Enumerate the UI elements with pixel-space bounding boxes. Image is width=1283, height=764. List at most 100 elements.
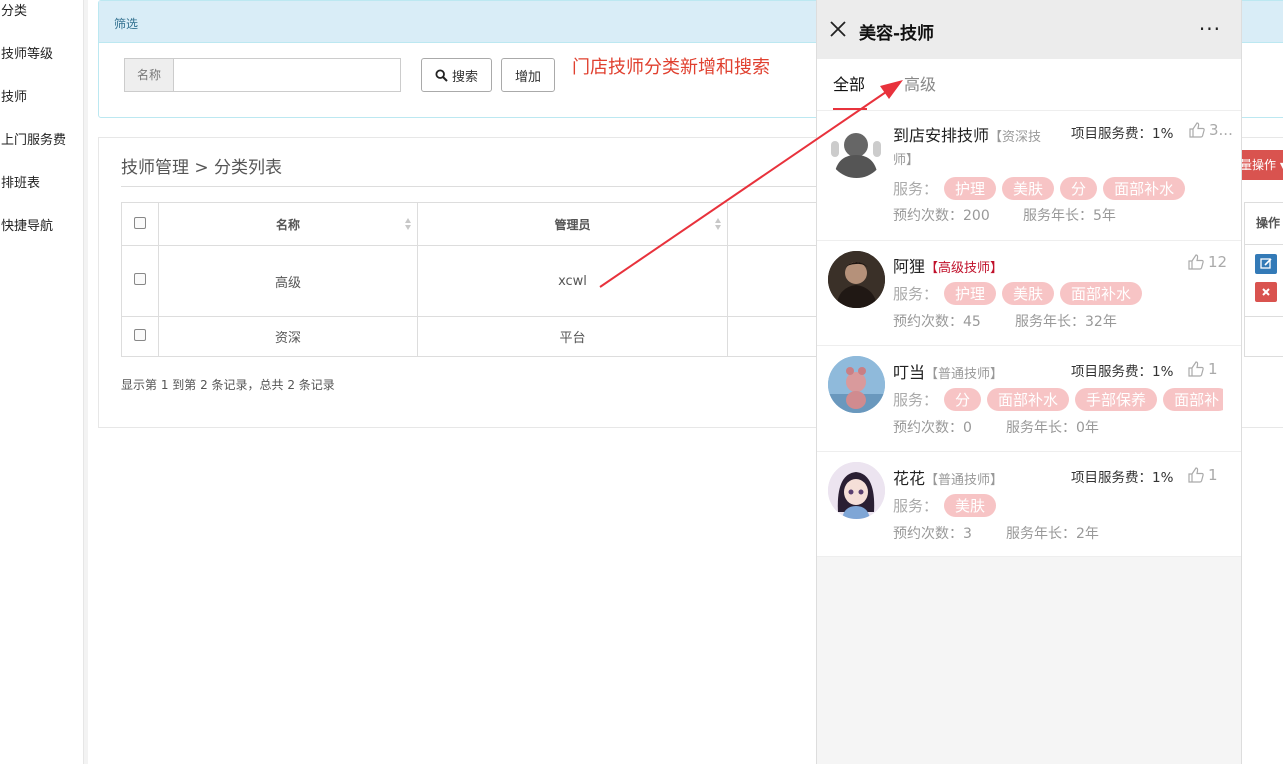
search-button[interactable]: 搜索	[421, 58, 492, 92]
close-icon[interactable]	[829, 20, 847, 38]
service-label: 服务：	[893, 391, 939, 409]
name-label: 名称	[125, 59, 174, 91]
breadcrumb: 技师管理 > 分类列表	[121, 158, 283, 178]
mobile-nav-bar: 美容-技师 ···	[817, 0, 1241, 59]
column-header-admin[interactable]: 管理员	[417, 202, 728, 246]
operation-row-divider	[1244, 316, 1283, 317]
like-count-value: 1	[1208, 466, 1218, 484]
tech-name-text: 叮当	[893, 363, 926, 382]
tech-card[interactable]: 到店安排技师【资深技 师】 项目服务费：1% 3... 服务： 护理 美肤 分 …	[817, 111, 1241, 241]
row-checkbox[interactable]	[134, 328, 146, 341]
booking-count: 预约次数：45	[893, 314, 981, 330]
row-checkbox-cell	[121, 316, 159, 357]
column-header-name-label: 名称	[275, 217, 300, 232]
name-input-group: 名称	[124, 58, 401, 92]
add-button[interactable]: 增加	[501, 58, 555, 92]
service-tag: 护理	[944, 282, 997, 305]
service-years: 服务年长：32年	[1015, 314, 1117, 330]
service-label: 服务：	[893, 497, 939, 515]
thumbs-up-icon	[1188, 254, 1204, 270]
tech-level: 【资深技	[989, 130, 1042, 145]
tech-name-text: 花花	[893, 469, 926, 488]
service-label: 服务：	[893, 180, 939, 198]
thumbs-up-icon	[1188, 467, 1204, 483]
tab-all[interactable]: 全部	[833, 71, 865, 95]
table-header-row: 名称 管理员	[121, 202, 848, 246]
select-all-checkbox[interactable]	[134, 216, 146, 229]
sidebar-item-tech-level[interactable]: 技师等级	[1, 43, 53, 62]
operation-cell	[1244, 245, 1283, 357]
service-fee: 项目服务费：1%	[1071, 364, 1174, 380]
like-count-value: 3...	[1209, 121, 1233, 139]
tab-senior[interactable]: 高级	[904, 71, 936, 95]
pagination-info: 显示第 1 到第 2 条记录，总共 2 条记录	[121, 378, 335, 392]
search-icon	[435, 68, 448, 82]
sidebar-item-category[interactable]: 分类	[1, 0, 27, 19]
annotation-text: 门店技师分类新增和搜索	[572, 57, 770, 78]
service-tag: 美肤	[1002, 177, 1055, 200]
edit-icon	[1260, 258, 1272, 269]
select-all-cell	[121, 202, 159, 246]
table-row[interactable]: 资深 平台	[121, 316, 848, 357]
mobile-preview: 美容-技师 ··· 全部 高级 到店安排技师【资深技 师】 项目服务费：1% 3…	[816, 0, 1242, 764]
service-fee: 项目服务费：1%	[1071, 470, 1174, 486]
tech-name: 到店安排技师【资深技	[893, 122, 1041, 146]
tech-name-text: 阿狸	[893, 257, 926, 276]
thumbs-up-icon	[1189, 122, 1205, 138]
sidebar-item-shortcut-nav[interactable]: 快捷导航	[1, 215, 53, 234]
sidebar: 分类 技师等级 技师 上门服务费 排班表 快捷导航	[0, 0, 84, 764]
like-count-value: 1	[1208, 360, 1218, 378]
booking-count: 预约次数：200	[893, 208, 990, 224]
row-admin: xcwl	[417, 245, 728, 317]
tech-card[interactable]: 叮当【普通技师】 项目服务费：1% 1 服务： 分 面部补水 手部保养 面部补 …	[817, 346, 1241, 452]
like-count[interactable]: 3...	[1188, 121, 1233, 139]
row-admin: 平台	[417, 316, 728, 357]
tech-card[interactable]: 阿狸【高级技师】 12 服务： 护理 美肤 面部补水 预约次数：45 服务年长：…	[817, 241, 1241, 346]
delete-button[interactable]	[1255, 282, 1277, 302]
row-checkbox[interactable]	[134, 273, 146, 285]
service-tags: 服务： 美肤	[893, 494, 1223, 517]
service-tag: 面部补水	[1060, 282, 1143, 305]
like-count-value: 12	[1208, 253, 1228, 271]
service-tag: 分	[944, 388, 982, 411]
sidebar-item-home-service-fee[interactable]: 上门服务费	[1, 129, 66, 148]
more-icon[interactable]: ···	[1199, 19, 1221, 39]
active-tab-indicator	[833, 108, 867, 110]
service-tag: 面部补水	[987, 388, 1070, 411]
tech-card[interactable]: 花花【普通技师】 项目服务费：1% 1 服务： 美肤 预约次数：3 服务年长：2…	[817, 452, 1241, 557]
batch-operation-label: 量操作	[1240, 158, 1277, 172]
tech-level: 【普通技师】	[925, 473, 1004, 488]
tech-name: 叮当【普通技师】	[893, 359, 1003, 383]
booking-count: 预约次数：0	[893, 420, 972, 436]
like-count[interactable]: 12	[1187, 253, 1227, 271]
service-tag: 面部补	[1163, 388, 1223, 411]
table-row[interactable]: 高级 xcwl	[121, 245, 848, 317]
service-tag: 美肤	[944, 494, 997, 517]
service-years: 服务年长：0年	[1006, 420, 1099, 436]
sort-icon	[405, 218, 411, 230]
service-tags: 服务： 护理 美肤 面部补水	[893, 282, 1223, 305]
sidebar-item-schedule[interactable]: 排班表	[1, 172, 40, 191]
column-header-operation: 操作	[1244, 202, 1283, 245]
mobile-tabs: 全部 高级	[817, 59, 1241, 111]
service-tag: 分	[1060, 177, 1098, 200]
tech-name: 花花【普通技师】	[893, 465, 1003, 489]
booking-count: 预约次数：3	[893, 526, 972, 542]
breadcrumb-divider	[121, 186, 821, 187]
avatar	[828, 121, 885, 178]
column-header-name[interactable]: 名称	[158, 202, 418, 246]
like-count[interactable]: 1	[1187, 360, 1218, 378]
thumbs-up-icon	[1188, 361, 1204, 377]
edit-button[interactable]	[1255, 254, 1277, 274]
row-name: 高级	[158, 245, 418, 317]
like-count[interactable]: 1	[1187, 466, 1218, 484]
tech-name: 阿狸【高级技师】	[893, 253, 1003, 277]
tech-name-text: 到店安排技师	[893, 126, 990, 145]
sort-icon	[715, 218, 721, 230]
sidebar-item-tech[interactable]: 技师	[1, 86, 27, 105]
name-input[interactable]	[174, 59, 400, 91]
service-label: 服务：	[893, 285, 939, 303]
service-tag: 护理	[944, 177, 997, 200]
row-checkbox-cell	[121, 245, 159, 317]
batch-operation-button[interactable]: 量操作 ▾	[1238, 150, 1283, 180]
